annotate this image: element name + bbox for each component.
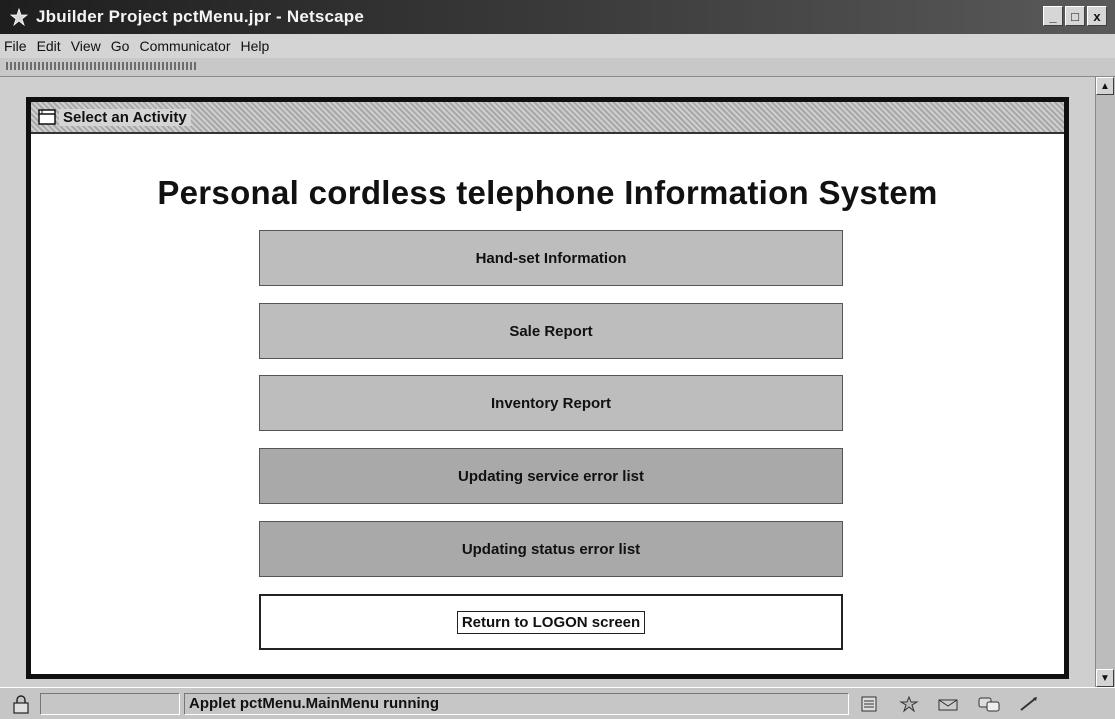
maximize-button[interactable]: □ xyxy=(1065,6,1085,26)
toolbar-grip[interactable] xyxy=(6,62,198,70)
window-title: Jbuilder Project pctMenu.jpr - Netscape xyxy=(36,7,365,26)
menu-file[interactable]: File xyxy=(4,38,27,54)
menu-go[interactable]: Go xyxy=(111,38,130,54)
vertical-scrollbar[interactable]: ▲ ▼ xyxy=(1095,77,1115,687)
progress-bar xyxy=(40,693,180,715)
component-bar-icon[interactable] xyxy=(856,694,882,714)
mail-icon[interactable] xyxy=(936,694,962,714)
scroll-up-icon[interactable]: ▲ xyxy=(1096,77,1114,95)
applet-title-bar: Select an Activity xyxy=(31,102,1064,132)
menu-edit[interactable]: Edit xyxy=(37,38,61,54)
inventory-report-button[interactable]: Inventory Report xyxy=(259,375,843,431)
applet-frame: Select an Activity Personal cordless tel… xyxy=(26,97,1069,679)
menu-help[interactable]: Help xyxy=(241,38,270,54)
status-bar: Applet pctMenu.MainMenu running xyxy=(0,687,1115,719)
sale-report-button[interactable]: Sale Report xyxy=(259,303,843,359)
navigator-icon[interactable] xyxy=(896,694,922,714)
browser-window: Jbuilder Project pctMenu.jpr - Netscape … xyxy=(0,0,1115,719)
component-tray xyxy=(856,692,1042,716)
updating-status-error-list-button[interactable]: Updating status error list xyxy=(259,521,843,577)
applet-title: Select an Activity xyxy=(59,108,191,126)
netscape-icon xyxy=(8,6,30,28)
return-to-logon-label: Return to LOGON screen xyxy=(456,610,646,634)
minimize-button[interactable]: _ xyxy=(1043,6,1063,26)
return-to-logon-button[interactable]: Return to LOGON screen xyxy=(259,594,843,650)
window-icon xyxy=(37,108,57,126)
status-text: Applet pctMenu.MainMenu running xyxy=(184,693,849,715)
scroll-down-icon[interactable]: ▼ xyxy=(1096,669,1114,687)
discussion-icon[interactable] xyxy=(976,694,1002,714)
collapsed-toolbars xyxy=(0,58,1115,77)
lock-icon[interactable] xyxy=(8,694,36,716)
menu-bar: File Edit View Go Communicator Help xyxy=(0,34,1115,58)
page-title: Personal cordless telephone Information … xyxy=(157,174,938,211)
applet-body: Personal cordless telephone Information … xyxy=(31,132,1064,674)
menu-communicator[interactable]: Communicator xyxy=(139,38,230,54)
composer-icon[interactable] xyxy=(1016,694,1042,714)
updating-service-error-list-button[interactable]: Updating service error list xyxy=(259,448,843,504)
handset-information-button[interactable]: Hand-set Information xyxy=(259,230,843,286)
title-bar: Jbuilder Project pctMenu.jpr - Netscape … xyxy=(0,0,1115,34)
window-controls: _ □ x xyxy=(1043,6,1107,26)
close-button[interactable]: x xyxy=(1087,6,1107,26)
menu-view[interactable]: View xyxy=(71,38,101,54)
